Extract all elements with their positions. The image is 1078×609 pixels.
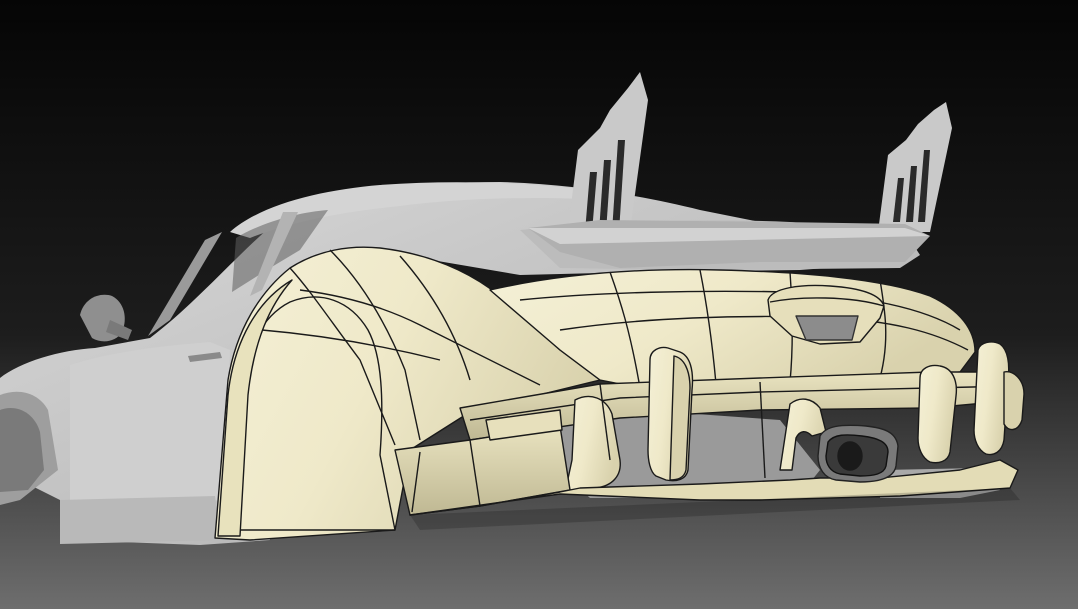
surface-exhaust-pipe (837, 441, 863, 471)
surface-brake-light-lens (795, 315, 859, 341)
scan-mesh-door (70, 342, 230, 508)
surface-tube-upright-left-inner (669, 355, 691, 481)
cad-3d-viewport[interactable] (0, 0, 1078, 609)
surface-tube-endcap (1003, 371, 1025, 431)
surface-tube-upright-mid (917, 364, 958, 464)
viewport-canvas[interactable] (0, 0, 1078, 609)
scan-mesh-rocker (60, 496, 222, 544)
